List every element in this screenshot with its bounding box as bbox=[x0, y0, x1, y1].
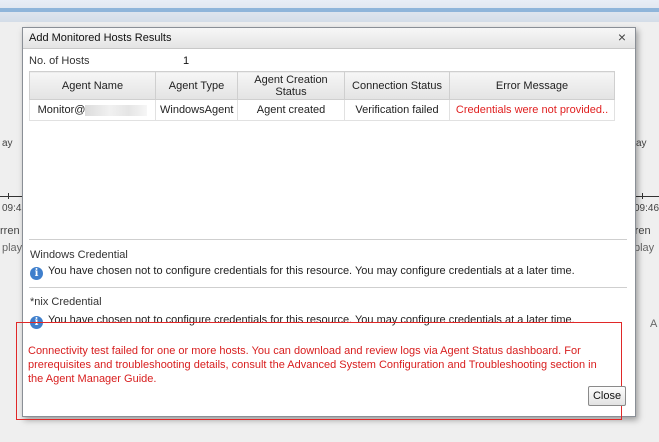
bg-axis-tick-right bbox=[642, 193, 643, 199]
section-divider bbox=[29, 287, 627, 288]
connectivity-error-message: Connectivity test failed for one or more… bbox=[28, 345, 597, 385]
bg-axis-left bbox=[0, 196, 22, 197]
windows-credential-title: Windows Credential bbox=[30, 249, 128, 261]
cell-connection-status: Verification failed bbox=[344, 99, 450, 121]
dialog-title: Add Monitored Hosts Results bbox=[29, 32, 172, 44]
table-row[interactable]: Monitor@ WindowsAgent Agent created Veri… bbox=[29, 99, 615, 121]
redacted-hostname bbox=[85, 104, 148, 116]
header-stripe bbox=[0, 8, 659, 12]
bg-current-left: rren bbox=[0, 225, 20, 237]
cell-agent-name: Monitor@ bbox=[29, 99, 156, 121]
bg-display-left: play bbox=[2, 242, 23, 254]
hosts-count-value: 1 bbox=[183, 55, 190, 67]
column-header-creation-status[interactable]: Agent Creation Status bbox=[237, 71, 345, 100]
bg-day-label-left: ay bbox=[2, 138, 13, 149]
agent-name-text: Monitor@ bbox=[37, 104, 86, 116]
bg-time-right: 09:46 bbox=[634, 203, 659, 214]
info-icon: i bbox=[30, 267, 43, 280]
section-divider bbox=[29, 239, 627, 240]
column-header-agent-type[interactable]: Agent Type bbox=[155, 71, 238, 100]
column-header-error-message[interactable]: Error Message bbox=[449, 71, 615, 100]
column-header-agent-name[interactable]: Agent Name bbox=[29, 71, 156, 100]
bg-display-right: play bbox=[634, 242, 655, 254]
app-header bbox=[0, 0, 659, 23]
close-icon[interactable]: × bbox=[615, 30, 629, 44]
nix-credential-title: *nix Credential bbox=[30, 296, 102, 308]
cell-creation-status: Agent created bbox=[237, 99, 345, 121]
column-header-connection-status[interactable]: Connection Status bbox=[344, 71, 450, 100]
bg-axis-right bbox=[634, 196, 659, 197]
dialog-title-bar[interactable]: Add Monitored Hosts Results × bbox=[23, 28, 635, 49]
bg-column-letter: A bbox=[650, 318, 658, 330]
cell-agent-type: WindowsAgent bbox=[155, 99, 238, 121]
results-table: Agent Name Agent Type Agent Creation Sta… bbox=[29, 71, 615, 121]
cell-error-message[interactable]: Credentials were not provided.. bbox=[449, 99, 615, 121]
bg-day-label-right: ay bbox=[636, 138, 647, 149]
hosts-count-label: No. of Hosts bbox=[29, 55, 90, 67]
windows-credential-text: You have chosen not to configure credent… bbox=[48, 265, 575, 277]
windows-credential-message: i You have chosen not to configure creden… bbox=[30, 265, 575, 280]
close-button[interactable]: Close bbox=[588, 386, 626, 406]
table-header-row: Agent Name Agent Type Agent Creation Sta… bbox=[29, 71, 615, 100]
bg-axis-tick-left bbox=[8, 193, 9, 199]
